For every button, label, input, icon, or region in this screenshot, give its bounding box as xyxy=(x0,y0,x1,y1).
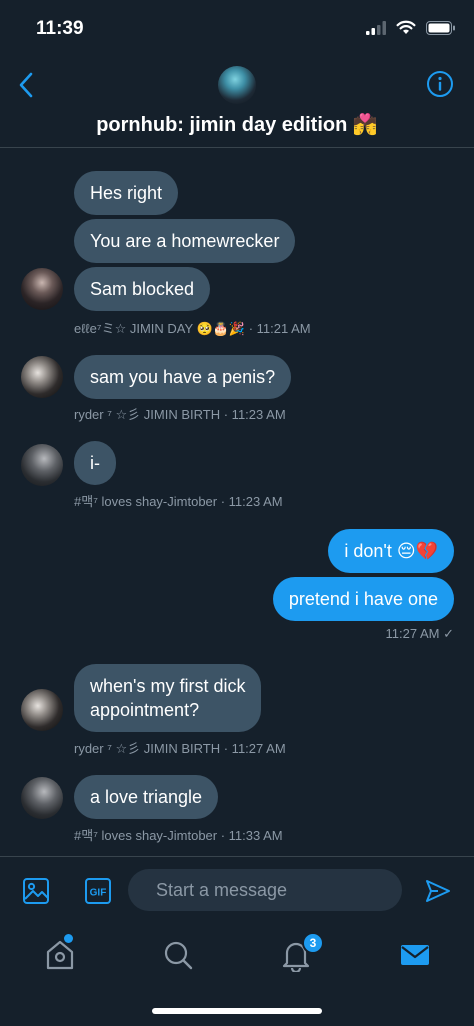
incoming-message[interactable]: i- xyxy=(74,441,116,485)
info-icon[interactable] xyxy=(426,70,454,98)
outgoing-message[interactable]: i don't 😔💔 xyxy=(328,529,454,573)
search-icon[interactable] xyxy=(161,938,195,972)
message-meta: #맥⁷ loves shay-Jimtober · 11:23 AM xyxy=(74,494,283,509)
sender-avatar[interactable] xyxy=(21,356,63,398)
home-unread-dot xyxy=(64,934,73,943)
message-meta: eℓℓe⁷ミ☆ JIMIN DAY 🥺🎂🎉 · 11:21 AM xyxy=(74,321,311,336)
status-icons xyxy=(366,20,456,35)
status-bar: 11:39 xyxy=(0,0,474,56)
status-time: 11:39 xyxy=(36,18,84,39)
message-meta: ryder ⁷ ☆彡 JIMIN BIRTH · 11:27 AM xyxy=(74,741,286,756)
incoming-message[interactable]: You are a homewrecker xyxy=(74,219,296,263)
incoming-message[interactable]: Hes right xyxy=(74,171,179,215)
sender-avatar[interactable] xyxy=(21,777,63,819)
image-icon[interactable] xyxy=(22,877,50,905)
wifi-icon xyxy=(396,20,416,34)
incoming-message[interactable]: sam you have a penis? xyxy=(74,355,292,399)
sender-avatar[interactable] xyxy=(21,444,63,486)
message-meta: ryder ⁷ ☆彡 JIMIN BIRTH · 11:23 AM xyxy=(74,407,286,422)
bottom-tab-bar: 3 xyxy=(0,922,474,1026)
messages-envelope-icon[interactable] xyxy=(398,938,432,972)
message-composer: GIF xyxy=(0,856,474,922)
sender-avatar[interactable] xyxy=(21,268,63,310)
notifications-badge: 3 xyxy=(302,932,324,954)
conversation-title[interactable]: pornhub: jimin day edition 💏 xyxy=(0,112,474,137)
home-icon[interactable] xyxy=(43,938,77,972)
message-meta: 11:27 AM ✓ xyxy=(385,626,454,641)
message-meta: #맥⁷ loves shay-Jimtober · 11:33 AM xyxy=(74,828,283,843)
svg-text:GIF: GIF xyxy=(90,888,107,899)
outgoing-message[interactable]: pretend i have one xyxy=(272,577,454,621)
cellular-signal-icon xyxy=(366,20,386,35)
conversation-header: pornhub: jimin day edition 💏 xyxy=(0,56,474,148)
message-input[interactable] xyxy=(128,869,402,911)
group-avatar[interactable] xyxy=(218,66,256,104)
incoming-message[interactable]: a love triangle xyxy=(74,775,219,819)
sender-avatar[interactable] xyxy=(21,689,63,731)
incoming-message[interactable]: when's my first dick appointment? xyxy=(74,664,262,732)
back-button[interactable] xyxy=(14,70,38,100)
gif-icon[interactable]: GIF xyxy=(84,877,112,905)
battery-icon xyxy=(426,20,455,35)
incoming-message[interactable]: Sam blocked xyxy=(74,267,211,311)
send-icon[interactable] xyxy=(424,877,452,905)
home-indicator xyxy=(152,1008,322,1014)
